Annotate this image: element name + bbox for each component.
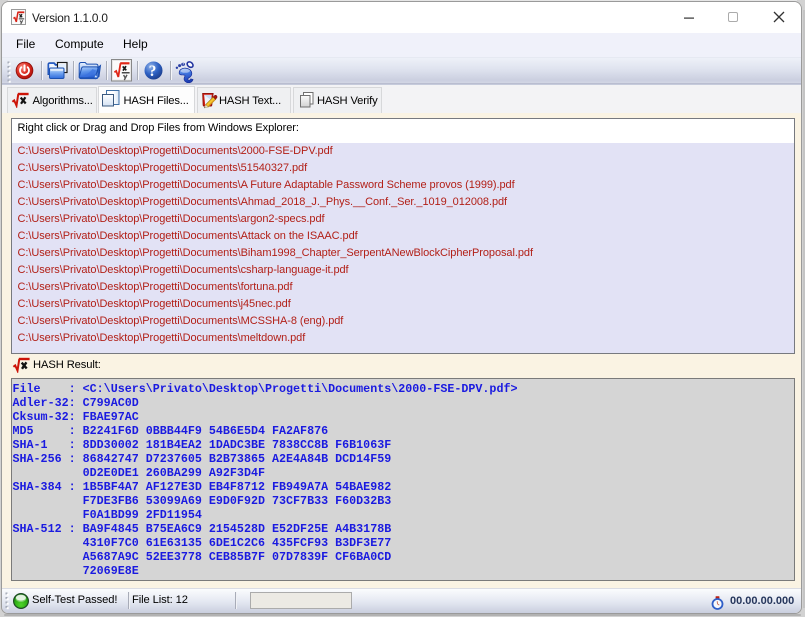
svg-text:?: ? <box>149 63 157 80</box>
